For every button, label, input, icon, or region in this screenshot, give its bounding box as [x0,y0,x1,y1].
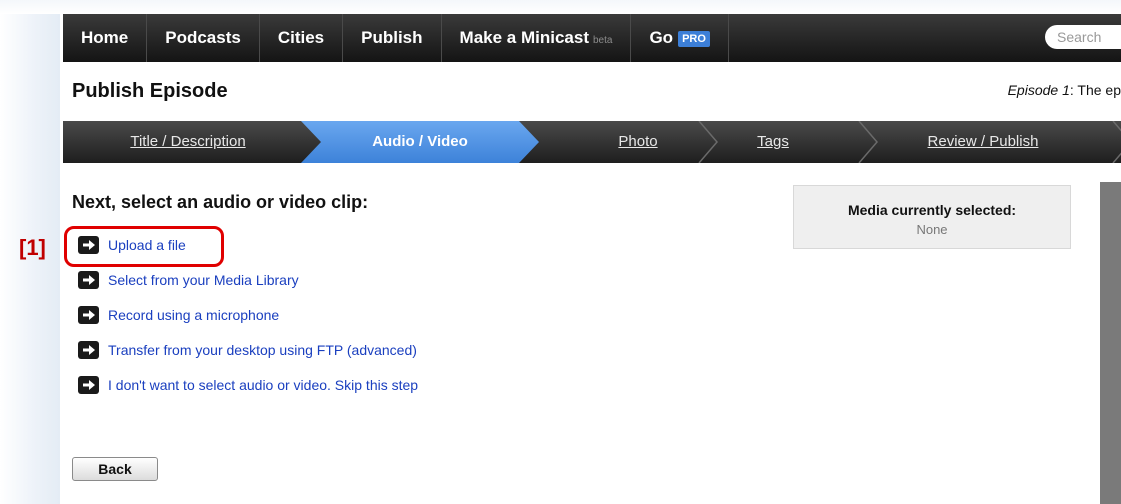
search-input[interactable]: Search [1045,25,1121,49]
nav-publish[interactable]: Publish [343,14,442,62]
arrow-right-icon [78,306,99,324]
option-record-microphone[interactable]: Record using a microphone [78,306,279,324]
nav-go-pro-label: Go [649,28,674,47]
nav-make-minicast[interactable]: Make a Minicast beta [442,14,632,62]
arrow-right-icon [78,271,99,289]
pro-badge: PRO [678,30,710,47]
nav-go-pro[interactable]: Go PRO [631,14,729,62]
section-heading: Next, select an audio or video clip: [72,192,369,212]
nav-podcasts[interactable]: Podcasts [147,14,260,62]
side-panel-bar [1100,182,1121,504]
annotation-label: [1] [19,235,46,260]
beta-badge: beta [592,35,613,46]
episode-name: : The ep [1069,82,1121,98]
page-backdrop-top [0,0,1121,14]
episode-title: Episode 1: The ep [1008,82,1121,98]
media-panel-value: None [916,222,948,237]
episode-number: Episode 1 [1007,82,1070,98]
nav-home[interactable]: Home [63,14,148,62]
page-title: Publish Episode [72,80,228,102]
arrow-right-icon [78,376,99,394]
option-label: I don't want to select audio or video. S… [108,377,419,393]
option-label: Transfer from your desktop using FTP (ad… [108,342,417,358]
step-separator-icon [858,121,878,163]
annotation-highlight-box [64,226,224,267]
step-progress-bar: Title / Description Audio / Video Photo … [63,121,1121,163]
nav-make-minicast-label: Make a Minicast [459,28,589,47]
option-transfer-ftp[interactable]: Transfer from your desktop using FTP (ad… [78,341,417,359]
arrow-right-icon [78,341,99,359]
back-button[interactable]: Back [72,457,158,481]
step-title-description[interactable]: Title / Description [63,121,313,163]
option-label: Select from your Media Library [108,272,299,288]
nav-cities[interactable]: Cities [260,14,344,62]
step-review-publish[interactable]: Review / Publish [863,121,1103,163]
step-audio-video[interactable]: Audio / Video [301,121,539,163]
media-panel-title: Media currently selected: [847,202,1017,218]
option-label: Record using a microphone [108,307,280,323]
step-separator-icon [698,121,718,163]
step-separator-icon [1112,121,1121,163]
top-navigation: Home Podcasts Cities Publish Make a Mini… [63,14,1121,62]
option-media-library[interactable]: Select from your Media Library [78,271,299,289]
option-skip-step[interactable]: I don't want to select audio or video. S… [78,376,418,394]
media-selected-panel: Media currently selected: None [793,185,1071,249]
